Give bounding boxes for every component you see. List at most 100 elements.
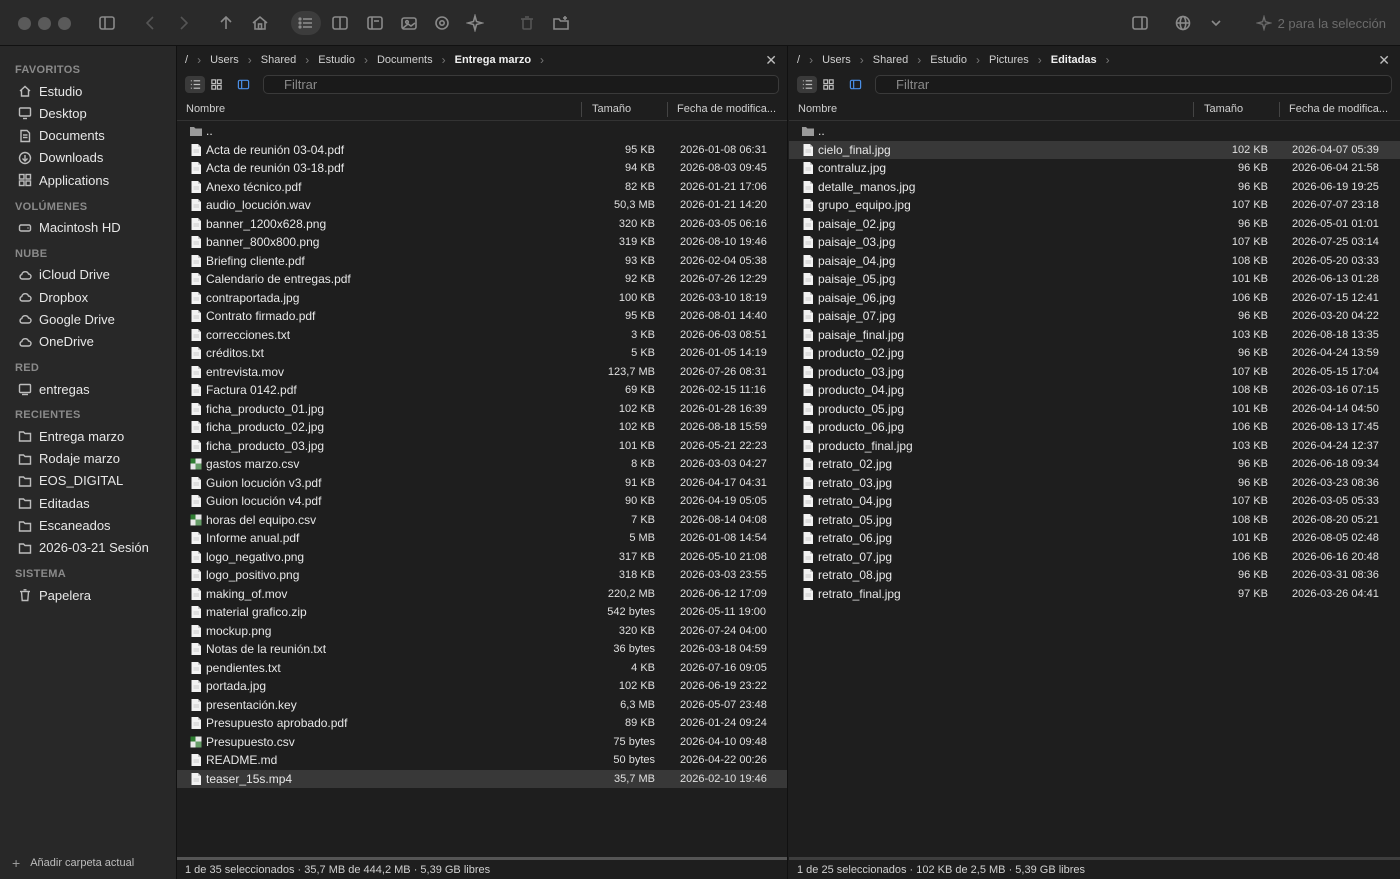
file-row[interactable]: producto_final.jpg 103 KB 2026-04-24 12:37 xyxy=(789,437,1400,456)
sidebar-item[interactable]: Macintosh HD xyxy=(18,218,121,238)
file-row[interactable]: producto_03.jpg 107 KB 2026-05-15 17:04 xyxy=(789,363,1400,382)
parent-folder-row[interactable]: .. xyxy=(177,122,787,141)
column-size[interactable]: Tamaño xyxy=(592,103,631,115)
column-divider[interactable] xyxy=(1193,102,1194,117)
gallery-icon[interactable] xyxy=(396,11,422,35)
sidebar-item[interactable]: entregas xyxy=(18,379,90,399)
file-row[interactable]: paisaje_03.jpg 107 KB 2026-07-25 03:14 xyxy=(789,233,1400,252)
minimize-window-button[interactable] xyxy=(38,17,51,30)
preview-pane-icon[interactable] xyxy=(362,11,388,35)
file-row[interactable]: ficha_producto_02.jpg 102 KB 2026-08-18 15… xyxy=(177,418,787,437)
preview-panel-icon[interactable] xyxy=(845,76,865,93)
grid-view-icon[interactable] xyxy=(818,76,838,93)
file-row[interactable]: retrato_06.jpg 101 KB 2026-08-05 02:48 xyxy=(789,529,1400,548)
breadcrumb-item[interactable]: Shared xyxy=(873,54,908,66)
inspector-toggle-icon[interactable] xyxy=(1127,11,1153,35)
breadcrumb-item[interactable]: Users xyxy=(210,54,239,66)
filter-input[interactable] xyxy=(875,75,1392,94)
file-row[interactable]: Presupuesto.csv 75 bytes 2026-04-10 09:48 xyxy=(177,733,787,752)
sidebar-item[interactable]: Papelera xyxy=(18,585,91,605)
close-window-button[interactable] xyxy=(18,17,31,30)
sidebar-item[interactable]: Editadas xyxy=(18,493,90,513)
file-row[interactable]: paisaje_07.jpg 96 KB 2026-03-20 04:22 xyxy=(789,307,1400,326)
back-icon[interactable] xyxy=(138,11,164,35)
file-row[interactable]: Contrato firmado.pdf 95 KB 2026-08-01 14:4… xyxy=(177,307,787,326)
file-row[interactable]: créditos.txt 5 KB 2026-01-05 14:19 xyxy=(177,344,787,363)
list-view-icon[interactable] xyxy=(291,11,321,35)
file-row[interactable]: entrevista.mov 123,7 MB 2026-07-26 08:31 xyxy=(177,363,787,382)
file-row[interactable]: paisaje_02.jpg 96 KB 2026-05-01 01:01 xyxy=(789,215,1400,234)
file-row[interactable]: paisaje_06.jpg 106 KB 2026-07-15 12:41 xyxy=(789,289,1400,308)
file-row[interactable]: mockup.png 320 KB 2026-07-24 04:00 xyxy=(177,622,787,641)
file-row[interactable]: Guion locución v4.pdf 90 KB 2026-04-19 05:… xyxy=(177,492,787,511)
column-date[interactable]: Fecha de modifica... xyxy=(1289,103,1388,115)
zoom-window-button[interactable] xyxy=(58,17,71,30)
file-row[interactable]: Calendario de entregas.pdf 92 KB 2026-07-2… xyxy=(177,270,787,289)
file-row[interactable]: detalle_manos.jpg 96 KB 2026-06-19 19:25 xyxy=(789,178,1400,197)
breadcrumb-item[interactable]: Pictures xyxy=(989,54,1029,66)
file-row[interactable]: producto_05.jpg 101 KB 2026-04-14 04:50 xyxy=(789,400,1400,419)
file-row[interactable]: cielo_final.jpg 102 KB 2026-04-07 05:39 xyxy=(789,140,1400,159)
file-row[interactable]: paisaje_final.jpg 103 KB 2026-08-18 13:35 xyxy=(789,326,1400,345)
file-row[interactable]: Anexo técnico.pdf 82 KB 2026-01-21 17:06 xyxy=(177,178,787,197)
file-row[interactable]: Informe anual.pdf 5 MB 2026-01-08 14:54 xyxy=(177,529,787,548)
filter-input[interactable] xyxy=(263,75,779,94)
parent-folder-icon[interactable] xyxy=(213,11,239,35)
sidebar-item[interactable]: 2026-03-21 Sesión xyxy=(18,538,149,558)
sidebar-item[interactable]: Dropbox xyxy=(18,287,88,307)
file-row[interactable]: Presupuesto aprobado.pdf 89 KB 2026-01-24 … xyxy=(177,714,787,733)
parent-folder-row[interactable]: .. xyxy=(789,122,1400,141)
file-row[interactable]: retrato_02.jpg 96 KB 2026-06-18 09:34 xyxy=(789,455,1400,474)
breadcrumb-item[interactable]: Documents xyxy=(377,54,433,66)
list-view-icon[interactable] xyxy=(185,76,205,93)
file-row[interactable]: Briefing cliente.pdf 93 KB 2026-02-04 05:3… xyxy=(177,252,787,271)
file-row[interactable]: audio_locución.wav 50,3 MB 2026-01-21 14:2… xyxy=(177,196,787,215)
breadcrumb-item[interactable]: / xyxy=(797,54,800,66)
sidebar-toggle-icon[interactable] xyxy=(94,11,120,35)
file-row[interactable]: paisaje_05.jpg 101 KB 2026-06-13 01:28 xyxy=(789,270,1400,289)
sidebar-item[interactable]: Desktop xyxy=(18,103,87,123)
file-row[interactable]: logo_positivo.png 318 KB 2026-03-03 23:55 xyxy=(177,566,787,585)
file-row[interactable]: paisaje_04.jpg 108 KB 2026-05-20 03:33 xyxy=(789,252,1400,271)
close-pane-icon[interactable]: ✕ xyxy=(1378,52,1390,69)
sidebar-item[interactable]: OneDrive xyxy=(18,332,94,352)
file-row[interactable]: pendientes.txt 4 KB 2026-07-16 09:05 xyxy=(177,659,787,678)
forward-icon[interactable] xyxy=(170,11,196,35)
file-row[interactable]: retrato_07.jpg 106 KB 2026-06-16 20:48 xyxy=(789,548,1400,567)
file-row[interactable]: retrato_final.jpg 97 KB 2026-03-26 04:41 xyxy=(789,585,1400,604)
file-row[interactable]: portada.jpg 102 KB 2026-06-19 23:22 xyxy=(177,677,787,696)
file-row[interactable]: ficha_producto_03.jpg 101 KB 2026-05-21 22… xyxy=(177,437,787,456)
dual-pane-icon[interactable] xyxy=(327,11,353,35)
network-globe-icon[interactable] xyxy=(1170,11,1196,35)
grid-view-icon[interactable] xyxy=(206,76,226,93)
sparkle-icon[interactable] xyxy=(462,11,488,35)
file-row[interactable]: teaser_15s.mp4 35,7 MB 2026-02-10 19:46 xyxy=(177,769,787,788)
sidebar-item[interactable]: Estudio xyxy=(18,81,82,101)
file-row[interactable]: banner_1200x628.png 320 KB 2026-03-05 06:1… xyxy=(177,215,787,234)
breadcrumb-item[interactable]: / xyxy=(185,54,188,66)
sidebar-item[interactable]: Applications xyxy=(18,170,109,190)
close-pane-icon[interactable]: ✕ xyxy=(765,52,777,69)
column-divider[interactable] xyxy=(1279,102,1280,117)
column-divider[interactable] xyxy=(667,102,668,117)
breadcrumb-item[interactable]: Estudio xyxy=(930,54,967,66)
column-size[interactable]: Tamaño xyxy=(1204,103,1243,115)
file-row[interactable]: Notas de la reunión.txt 36 bytes 2026-03-1… xyxy=(177,640,787,659)
file-row[interactable]: presentación.key 6,3 MB 2026-05-07 23:48 xyxy=(177,696,787,715)
file-row[interactable]: gastos marzo.csv 8 KB 2026-03-03 04:27 xyxy=(177,455,787,474)
file-row[interactable]: making_of.mov 220,2 MB 2026-06-12 17:09 xyxy=(177,585,787,604)
breadcrumb-item[interactable]: Users xyxy=(822,54,851,66)
file-row[interactable]: Factura 0142.pdf 69 KB 2026-02-15 11:16 xyxy=(177,381,787,400)
file-row[interactable]: producto_02.jpg 96 KB 2026-04-24 13:59 xyxy=(789,344,1400,363)
file-row[interactable]: README.md 50 bytes 2026-04-22 00:26 xyxy=(177,751,787,770)
file-row[interactable]: retrato_04.jpg 107 KB 2026-03-05 05:33 xyxy=(789,492,1400,511)
quick-look-icon[interactable] xyxy=(429,11,455,35)
new-folder-icon[interactable] xyxy=(548,11,574,35)
sidebar-item[interactable]: EOS_DIGITAL xyxy=(18,471,123,491)
sidebar-item[interactable]: Escaneados xyxy=(18,516,111,536)
sidebar-item[interactable]: Entrega marzo xyxy=(18,426,124,446)
column-date[interactable]: Fecha de modifica... xyxy=(677,103,776,115)
file-row[interactable]: banner_800x800.png 319 KB 2026-08-10 19:46 xyxy=(177,233,787,252)
breadcrumb-item[interactable]: Entrega marzo xyxy=(455,54,531,66)
file-row[interactable]: horas del equipo.csv 7 KB 2026-08-14 04:08 xyxy=(177,511,787,530)
